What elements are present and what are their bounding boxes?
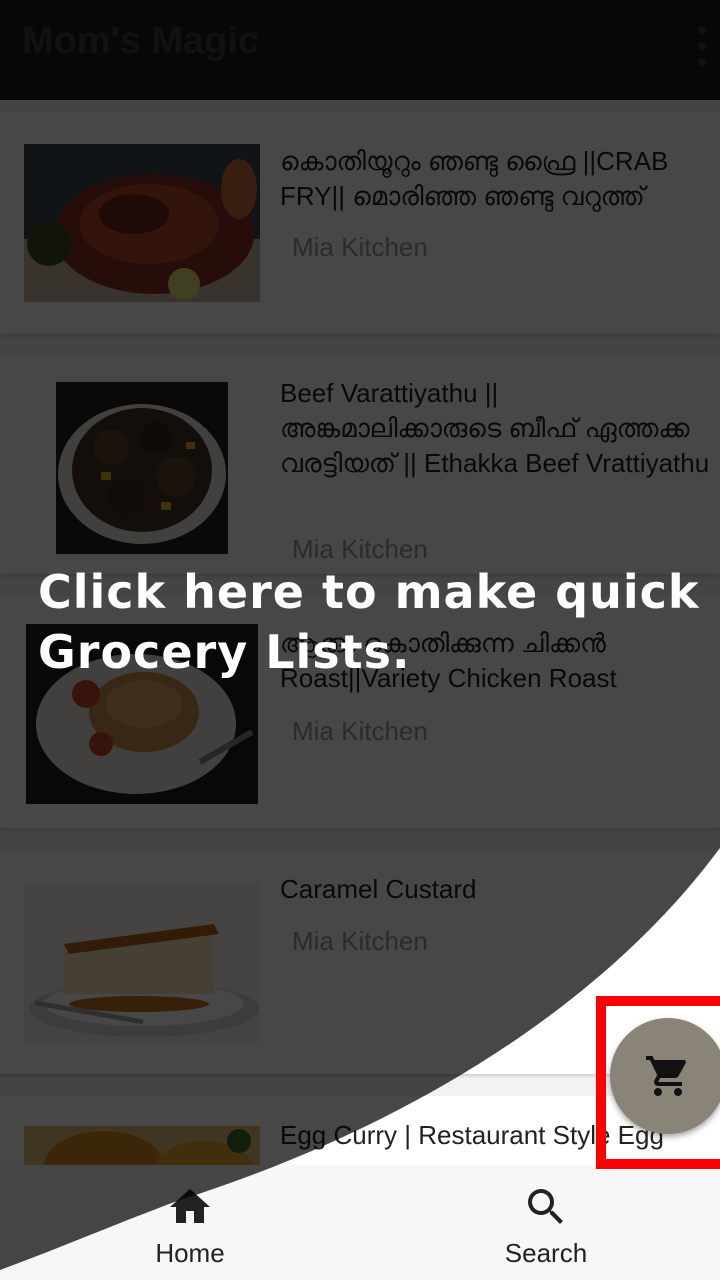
recipe-author: Mia Kitchen (292, 716, 428, 746)
recipe-thumbnail (24, 884, 260, 1042)
recipe-author: Mia Kitchen (292, 534, 428, 564)
app-title: Mom's Magic (22, 20, 260, 62)
recipe-author: Mia Kitchen (292, 232, 428, 262)
nav-search[interactable]: Search (446, 1165, 646, 1280)
recipe-thumbnail (24, 144, 260, 302)
search-icon (528, 1189, 563, 1224)
app-bar: Mom's Magic (0, 0, 720, 100)
overflow-menu-icon[interactable] (692, 26, 712, 66)
recipe-thumbnail (24, 1126, 260, 1165)
nav-search-label: Search (504, 1238, 588, 1268)
recipe-author: Mia Kitchen (292, 926, 428, 956)
cart-icon (646, 1056, 687, 1096)
nav-home-label: Home (155, 1238, 225, 1268)
bottom-navigation: Home Search (0, 1165, 720, 1280)
coach-mark-text: Click here to make quick Grocery Lists. (38, 565, 700, 679)
recipe-card[interactable]: കൊതിയൂറും ഞണ്ടു ഫ്രൈ ||CRAB FRY|| മൊരിഞ്… (0, 112, 720, 334)
recipe-title: Beef Varattiyathu || അങ്കമാലിക്കാരുടെ ബീ… (280, 378, 710, 478)
recipe-title: കൊതിയൂറും ഞണ്ടു ഫ്രൈ ||CRAB FRY|| മൊരിഞ്… (280, 146, 669, 211)
grocery-cart-button[interactable] (610, 1018, 720, 1134)
recipe-title: Caramel Custard (280, 874, 477, 904)
recipe-thumbnail (56, 382, 228, 554)
home-icon (170, 1189, 210, 1223)
recipe-card[interactable]: Beef Varattiyathu || അങ്കമാലിക്കാരുടെ ബീ… (0, 356, 720, 574)
nav-home[interactable]: Home (90, 1165, 290, 1280)
